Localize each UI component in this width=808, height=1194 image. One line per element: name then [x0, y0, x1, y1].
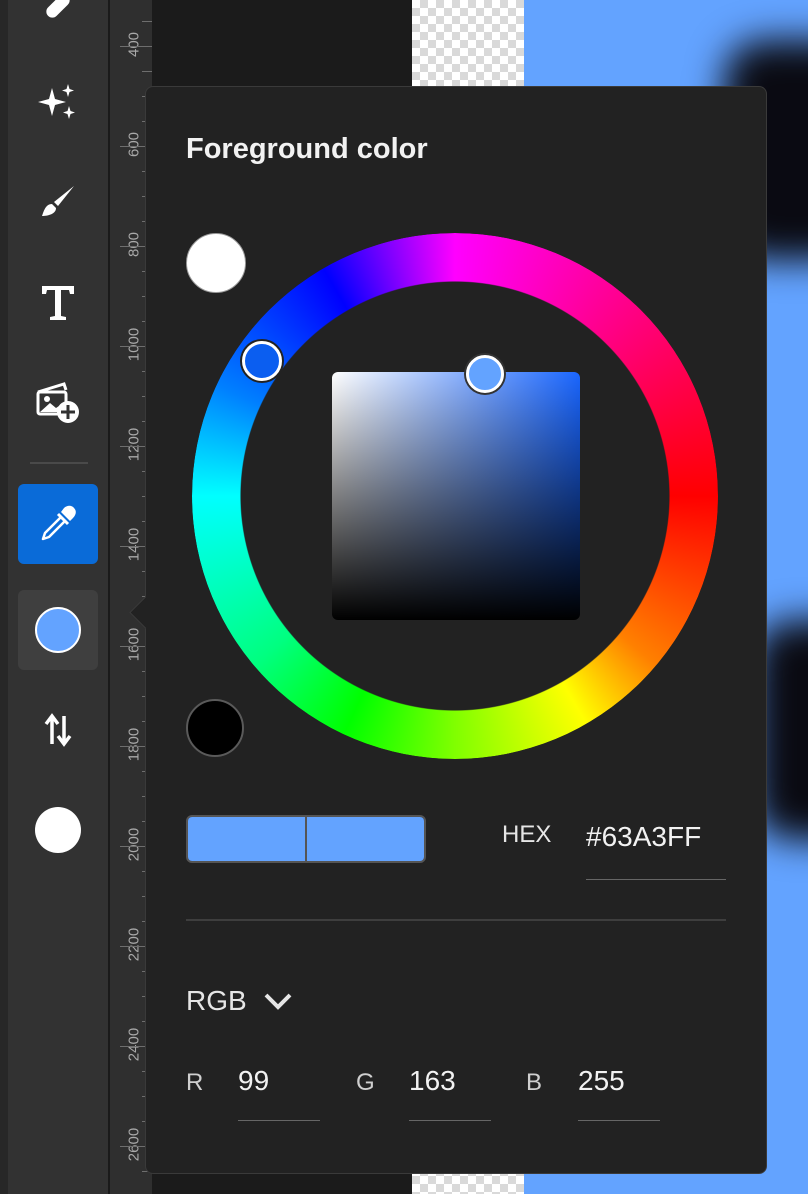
section-divider: [186, 919, 726, 921]
saturation-brightness-handle[interactable]: [466, 355, 504, 393]
color-mode-dropdown[interactable]: RGB: [186, 985, 293, 1017]
hex-input[interactable]: #63A3FF: [586, 821, 701, 853]
background-color-swatch: [35, 807, 81, 853]
red-underline: [238, 1120, 320, 1121]
red-label: R: [186, 1069, 204, 1096]
text-tool-icon: [42, 286, 74, 320]
color-compare-swatch: [186, 815, 426, 863]
tool-sidebar: [0, 0, 108, 1194]
chevron-down-icon: [264, 993, 292, 1010]
sparkles-icon: [38, 84, 75, 119]
brush-tool-button[interactable]: [18, 162, 98, 242]
ruler-label: 800: [125, 231, 143, 258]
toolbar-separator: [30, 462, 88, 464]
ruler-label: 2200: [125, 927, 143, 962]
add-image-button[interactable]: [18, 362, 98, 442]
foreground-color-swatch: [35, 607, 81, 653]
ruler-label: 1600: [125, 627, 143, 662]
ruler-label: 400: [125, 31, 143, 58]
foreground-color-popover: Foreground color HEX #63A3FF RGB R 99 G …: [129, 86, 767, 1174]
green-input[interactable]: 163: [409, 1065, 456, 1097]
new-color: [305, 817, 424, 861]
swap-colors-icon: [44, 713, 72, 747]
brush-icon: [42, 186, 74, 216]
bandage-icon: [46, 0, 70, 18]
color-mode-value: RGB: [186, 985, 247, 1016]
text-tool-button[interactable]: [18, 262, 98, 342]
ruler-label: 2600: [125, 1127, 143, 1162]
green-label: G: [356, 1069, 375, 1096]
ruler-tick: [120, 46, 154, 47]
ruler-label: 1200: [125, 427, 143, 462]
blue-input[interactable]: 255: [578, 1065, 625, 1097]
eyedropper-icon: [41, 505, 76, 541]
hue-handle[interactable]: [242, 341, 282, 381]
swap-colors-button[interactable]: [18, 690, 98, 770]
ruler-label: 1800: [125, 727, 143, 762]
sidebar-edge: [0, 0, 8, 1194]
previous-color[interactable]: [188, 817, 305, 861]
background-color-button[interactable]: [18, 790, 98, 870]
ruler-label: 1000: [125, 327, 143, 362]
blue-label: B: [526, 1069, 543, 1096]
bandage-tool-button[interactable]: [18, 0, 98, 46]
foreground-color-button[interactable]: [18, 590, 98, 670]
hex-label: HEX: [502, 821, 552, 848]
hex-input-underline: [586, 879, 726, 880]
red-input[interactable]: 99: [238, 1065, 269, 1097]
ruler-label: 2000: [125, 827, 143, 862]
eyedropper-tool-button[interactable]: [18, 484, 98, 564]
add-image-icon: [36, 382, 79, 423]
default-white-swatch[interactable]: [186, 233, 246, 293]
green-underline: [409, 1120, 491, 1121]
generative-fill-button[interactable]: [18, 62, 98, 142]
ruler-label: 1400: [125, 527, 143, 562]
default-black-swatch[interactable]: [186, 699, 244, 757]
ruler-label: 2400: [125, 1027, 143, 1062]
blue-underline: [578, 1120, 660, 1121]
ruler-label: 600: [125, 131, 143, 158]
saturation-brightness-square[interactable]: [332, 372, 580, 620]
popover-title: Foreground color: [186, 133, 428, 165]
